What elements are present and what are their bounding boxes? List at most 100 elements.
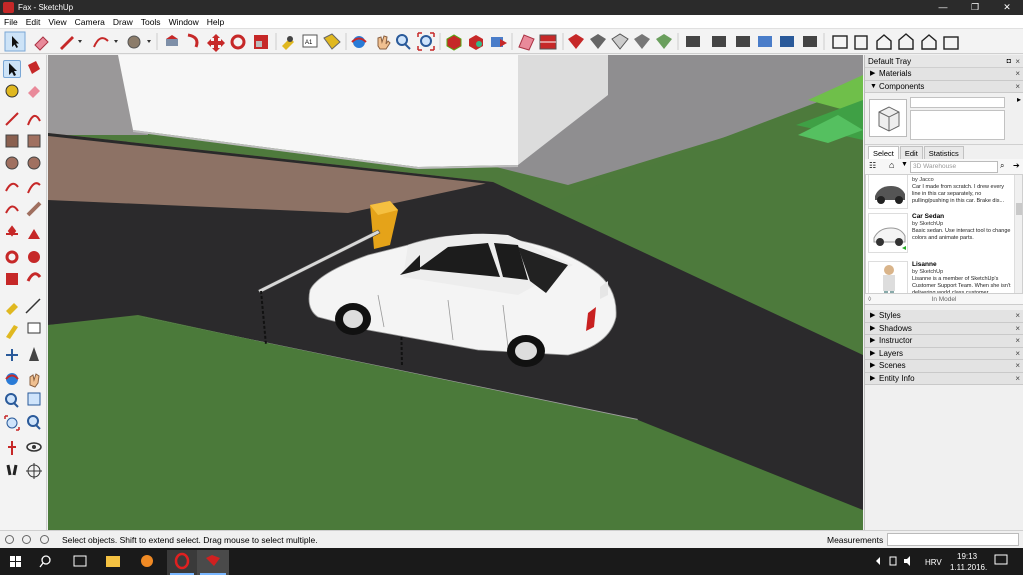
- maximize-button[interactable]: ❐: [959, 0, 991, 15]
- panel-components-label: Components: [879, 81, 925, 91]
- menu-view[interactable]: View: [44, 17, 70, 27]
- panel-components-close-icon[interactable]: ×: [1015, 81, 1020, 94]
- view-options-icon[interactable]: ☷: [869, 161, 876, 170]
- panel-shadows[interactable]: ▶ Shadows ×: [865, 322, 1023, 336]
- toolbar-icons: A1: [4, 31, 959, 52]
- result-description: Basic sedan. Use interact tool to change…: [912, 228, 1011, 241]
- in-model-bar: ◊ In Model: [865, 294, 1023, 305]
- sketchup-app-icon: [3, 2, 14, 13]
- component-name-field[interactable]: [910, 97, 1005, 108]
- warehouse-search-input[interactable]: 3D Warehouse: [910, 161, 998, 173]
- panel-close-icon[interactable]: ×: [1015, 360, 1020, 373]
- expand-triangle-icon: ▶: [870, 349, 876, 357]
- expand-triangle-icon: ▶: [870, 374, 876, 382]
- menu-help[interactable]: Help: [203, 17, 228, 27]
- panel-close-icon[interactable]: ×: [1015, 323, 1020, 336]
- main-toolbar: A1: [0, 29, 1023, 54]
- list-item[interactable]: Car Sedan by SketchUp Basic sedan. Use i…: [866, 211, 1014, 257]
- sketchup-window: Fax - SketchUp — ❐ ✕ File Edit View Came…: [0, 0, 1023, 575]
- result-name: Car Sedan: [912, 213, 945, 220]
- component-preview: ▸: [865, 93, 1023, 145]
- panel-close-icon[interactable]: ×: [1015, 310, 1020, 323]
- tab-edit[interactable]: Edit: [899, 146, 923, 159]
- result-author: by SketchUp: [912, 221, 944, 227]
- cube-icon: [878, 106, 900, 132]
- windows-taskbar: HRV 19:13 1.11.2016.: [0, 548, 1023, 575]
- panel-scenes-label: Scenes: [879, 361, 906, 370]
- panel-materials-close-icon[interactable]: ×: [1015, 68, 1020, 81]
- palette-icons: [4, 61, 42, 479]
- forward-arrow-icon[interactable]: ➔: [1013, 161, 1020, 170]
- result-thumbnail: [868, 213, 908, 253]
- svg-text:A1: A1: [305, 40, 313, 46]
- components-results: by Jacco Car I made from scratch. I drew…: [865, 174, 1023, 294]
- panel-styles[interactable]: ▶ Styles ×: [865, 310, 1023, 323]
- panel-instructor[interactable]: ▶ Instructor ×: [865, 335, 1023, 348]
- component-thumbnail: [869, 99, 907, 137]
- window-title: Fax - SketchUp: [18, 3, 74, 12]
- menu-window[interactable]: Window: [165, 17, 203, 27]
- modeling-viewport[interactable]: [48, 55, 863, 530]
- result-description: Lisanne is a member of SketchUp's Custom…: [912, 276, 1011, 294]
- nav-dropdown-icon[interactable]: ▼: [901, 161, 908, 168]
- pin-icon[interactable]: ◘: [1007, 55, 1011, 68]
- panel-instructor-label: Instructor: [879, 336, 913, 345]
- clock-time[interactable]: 19:13: [957, 552, 977, 561]
- search-icon[interactable]: ⌕: [1000, 161, 1004, 171]
- result-author: by SketchUp: [912, 269, 944, 275]
- default-tray: Default Tray ◘ × ▶ Materials × ▼ Compone…: [864, 55, 1023, 530]
- panel-materials-label: Materials: [879, 69, 912, 78]
- result-description: Car I made from scratch. I drew every li…: [912, 184, 1005, 204]
- minimize-button[interactable]: —: [927, 0, 959, 15]
- search-row: ☷ ⌂ ▼ 3D Warehouse ⌕ ➔: [865, 159, 1023, 174]
- list-item[interactable]: Lisanne by SketchUp Lisanne is a member …: [866, 259, 1014, 294]
- geolocation-icon[interactable]: [5, 535, 14, 544]
- menu-tools[interactable]: Tools: [137, 17, 165, 27]
- panel-shadows-label: Shadows: [879, 323, 912, 333]
- menu-draw[interactable]: Draw: [109, 17, 137, 27]
- results-scrollbar[interactable]: [1014, 175, 1022, 293]
- back-diamond-icon[interactable]: ◊: [868, 294, 871, 305]
- in-model-label[interactable]: In Model: [932, 296, 957, 303]
- component-description-field[interactable]: [910, 110, 1005, 140]
- list-item[interactable]: by Jacco Car I made from scratch. I drew…: [866, 175, 1014, 213]
- taskbar-icons: [10, 550, 1008, 575]
- measurements-label: Measurements: [827, 535, 884, 545]
- tray-close-icon[interactable]: ×: [1015, 55, 1020, 68]
- panel-layers[interactable]: ▶ Layers ×: [865, 347, 1023, 361]
- components-tabs: Select Edit Statistics: [865, 145, 1023, 159]
- tab-statistics[interactable]: Statistics: [923, 146, 964, 159]
- home-icon[interactable]: ⌂: [889, 160, 894, 170]
- close-button[interactable]: ✕: [991, 0, 1023, 15]
- title-bar: Fax - SketchUp — ❐ ✕: [0, 0, 1023, 15]
- keyboard-language[interactable]: HRV: [925, 558, 942, 567]
- details-arrow-icon[interactable]: ▸: [1017, 95, 1021, 104]
- tray-title-text: Default Tray: [868, 57, 912, 66]
- menu-camera[interactable]: Camera: [71, 17, 109, 27]
- panel-scenes[interactable]: ▶ Scenes ×: [865, 360, 1023, 373]
- info-icon[interactable]: [22, 535, 31, 544]
- menu-file[interactable]: File: [0, 17, 22, 27]
- measurements-input[interactable]: [887, 533, 1019, 546]
- tab-select[interactable]: Select: [868, 146, 899, 159]
- expand-triangle-icon: ▶: [870, 312, 876, 319]
- clock-date[interactable]: 1.11.2016.: [950, 563, 987, 572]
- status-hint: Select objects. Shift to extend select. …: [62, 535, 318, 545]
- panel-close-icon[interactable]: ×: [1015, 335, 1020, 348]
- scrollbar-thumb[interactable]: [1016, 203, 1022, 215]
- panel-close-icon[interactable]: ×: [1015, 348, 1020, 361]
- user-icon[interactable]: [40, 535, 49, 544]
- panel-materials[interactable]: ▶ Materials ×: [865, 68, 1023, 81]
- panel-components[interactable]: ▼ Components ×: [865, 80, 1023, 94]
- panel-close-icon[interactable]: ×: [1015, 373, 1020, 386]
- expand-triangle-icon: ▶: [870, 324, 876, 332]
- panel-entity-info[interactable]: ▶ Entity Info ×: [865, 372, 1023, 386]
- menu-edit[interactable]: Edit: [22, 17, 45, 27]
- result-name: Lisanne: [912, 261, 937, 268]
- tool-palette: [0, 55, 47, 530]
- panel-styles-label: Styles: [879, 311, 901, 320]
- scene-render: [48, 55, 863, 530]
- panel-entity-info-label: Entity Info: [879, 373, 915, 383]
- panel-layers-label: Layers: [879, 348, 904, 358]
- result-thumbnail: [868, 175, 908, 209]
